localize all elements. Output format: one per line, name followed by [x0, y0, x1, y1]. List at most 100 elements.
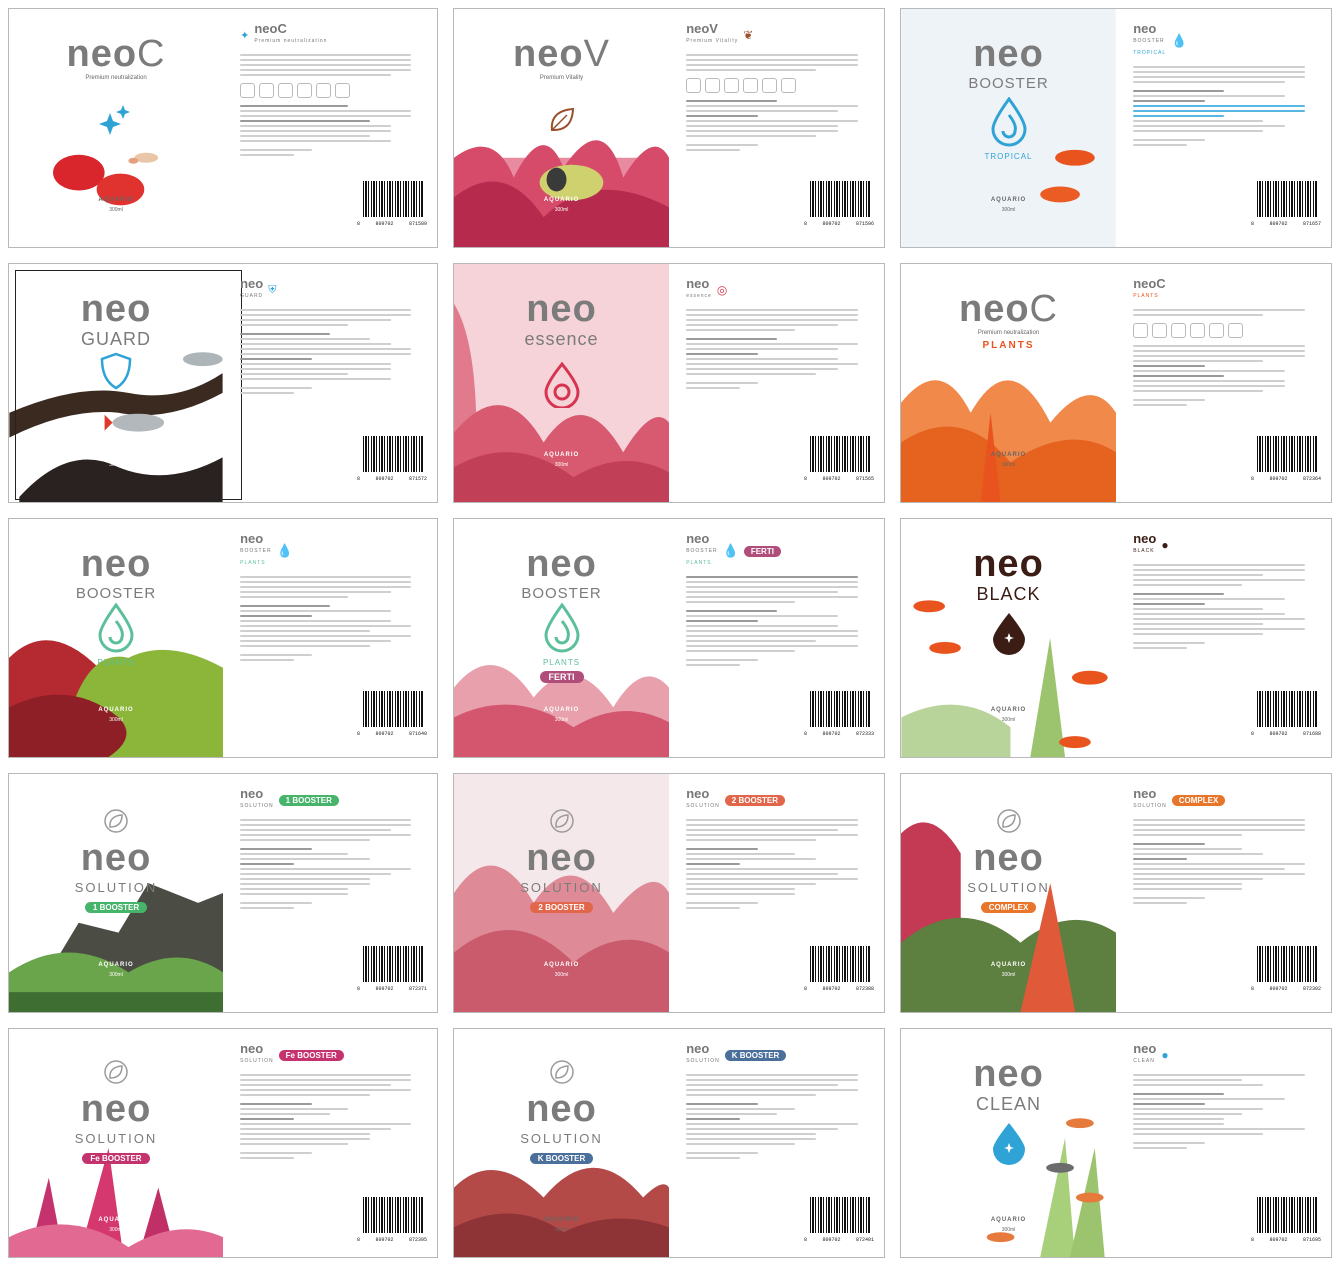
barcode-number: 8 809702 871565 [804, 476, 874, 482]
booster-pill-small: 2 BOOSTER [724, 794, 785, 806]
booster-pill: 2 BOOSTER [530, 902, 593, 913]
label-neo-essence: neo essence AQUARIO 300ml neo essence ◎ 8… [453, 263, 885, 503]
maker-name: AQUARIO [98, 707, 134, 713]
description-text [240, 576, 420, 598]
variant-label: PLANTS [97, 658, 135, 667]
label-neo-solution-complex: neo SOLUTION COMPLEX AQUARIO 300ml neo SO… [900, 773, 1332, 1013]
leaf-circle-icon [9, 1059, 223, 1090]
mini-brand: neo SOLUTION [240, 786, 274, 809]
brand-subtitle: essence [524, 329, 599, 349]
booster-pill-small: K BOOSTER [724, 1049, 787, 1061]
info-header: neo SOLUTION 1 BOOSTER [240, 786, 420, 812]
mini-brand: neo SOLUTION [240, 1041, 274, 1064]
complex-pill: COMPLEX [980, 902, 1037, 913]
barcode [1257, 1197, 1317, 1233]
brand-logo: neoC [958, 288, 1058, 330]
maker-name: AQUARIO [98, 1217, 134, 1223]
maker-block: AQUARIO 300ml [901, 197, 1116, 213]
barcode [1257, 436, 1317, 472]
brand-block: neo SOLUTION Fe BOOSTER [9, 1059, 223, 1166]
mini-brand: neoC Premium neutralization [254, 21, 328, 44]
barcode [810, 1197, 870, 1233]
brand-subtitle: BOOSTER [521, 585, 602, 602]
volume: 300ml [554, 972, 569, 978]
info-panel: neoC PLANTS [1133, 276, 1314, 409]
mini-brand: neo SOLUTION [686, 786, 720, 809]
info-header: neo BOOSTER PLANTS 💧 FERTI [686, 532, 867, 569]
info-header: neo CLEAN ● [1133, 1042, 1314, 1067]
usage-text [240, 105, 420, 142]
leaf-circle-icon [901, 808, 1116, 839]
website-text [686, 144, 867, 151]
label-neo-c: neoC Premium neutralization AQUARIO 300m… [8, 8, 438, 248]
brand-subtitle: SOLUTION [967, 880, 1050, 895]
barcode-number: 8 809702 871596 [804, 221, 874, 227]
maker-name: AQUARIO [98, 452, 134, 458]
volume: 300ml [109, 717, 123, 723]
website-text [240, 387, 420, 394]
brand-logo: neo [973, 543, 1044, 585]
maker-name: AQUARIO [990, 707, 1027, 713]
mini-brand: neo SOLUTION [686, 1041, 720, 1064]
mini-brand: neoC PLANTS [1133, 276, 1166, 299]
brand-subtitle: GUARD [80, 329, 151, 349]
website-text [240, 1152, 420, 1159]
label-neo-clean: neo CLEAN AQUARIO 300ml neo CLEAN ● 8 8097… [900, 1028, 1332, 1258]
info-header: neoC PLANTS [1133, 276, 1314, 302]
info-header: ✦ neoC Premium neutralization [240, 21, 420, 47]
barcode-number: 8 809702 872302 [1251, 986, 1321, 992]
maker-block: AQUARIO 300ml [454, 1217, 669, 1233]
info-header: neo GUARD ⛨ [240, 276, 420, 302]
drop-icon-small: 💧 [722, 543, 739, 558]
brand-logo: neo [80, 288, 152, 330]
maker-block: AQUARIO 300ml [454, 962, 669, 978]
booster-pill-small: Fe BOOSTER [278, 1049, 344, 1061]
maker-block: AQUARIO 300ml [901, 962, 1116, 978]
maker-name: AQUARIO [543, 962, 580, 968]
info-panel: neo BLACK ● [1133, 532, 1314, 652]
maker-name: AQUARIO [990, 197, 1027, 203]
blue-drop-icon [901, 1121, 1116, 1170]
brand-tagline: Premium neutralization [977, 330, 1040, 336]
brand-subtitle: BLACK [976, 584, 1041, 604]
description-text [240, 309, 420, 326]
website-text [240, 902, 420, 909]
barcode-number: 8 809702 871572 [357, 476, 427, 482]
barcode-number: 8 809702 871589 [357, 221, 427, 227]
label-neo-booster-ferti: neo BOOSTER PLANTS FERTI AQUARIO 300ml n… [453, 518, 885, 758]
brand-subtitle: BOOSTER [968, 75, 1049, 92]
brand-block: neo SOLUTION 2 BOOSTER [454, 808, 669, 915]
info-panel: neo GUARD ⛨ [240, 276, 420, 397]
usage-text [686, 1103, 867, 1145]
website-text [686, 659, 867, 666]
barcode [363, 946, 423, 982]
usage-text [240, 1103, 420, 1145]
website-text [240, 149, 420, 156]
info-panel: neo SOLUTION COMPLEX [1133, 787, 1314, 907]
barcode-number: 8 809702 872333 [804, 731, 874, 737]
description-text [1133, 819, 1314, 836]
website-text [1133, 897, 1314, 904]
barcode [810, 181, 870, 217]
label-neo-v: neoV Premium Vitality AQUARIO 300ml neoV… [453, 8, 885, 248]
mini-brand: neo essence [686, 276, 712, 299]
label-neo-c-plants: neoC Premium neutralization PLANTS AQUAR… [900, 263, 1332, 503]
shield-icon [9, 352, 223, 395]
mini-brand: neo GUARD [240, 276, 264, 299]
brand-logo: neo [80, 1088, 152, 1130]
booster-pill: K BOOSTER [529, 1153, 594, 1164]
maker-name: AQUARIO [990, 962, 1027, 968]
usage-text [686, 848, 867, 895]
drop-rings-icon-small: ◎ [716, 283, 728, 297]
info-panel: neoV Premium Vitality ❦ [686, 22, 867, 154]
website-text [1133, 139, 1314, 146]
volume: 300ml [109, 972, 123, 978]
drop-icon-small: 💧 [276, 543, 293, 558]
brand-subtitle: BOOSTER [75, 585, 157, 602]
usage-text [240, 333, 420, 380]
brand-logo: neo [973, 837, 1044, 879]
variant-label: TROPICAL [984, 152, 1033, 161]
leaf-icon [454, 105, 669, 140]
brand-block: neoC Premium neutralization PLANTS [901, 290, 1116, 351]
barcode [1257, 181, 1317, 217]
